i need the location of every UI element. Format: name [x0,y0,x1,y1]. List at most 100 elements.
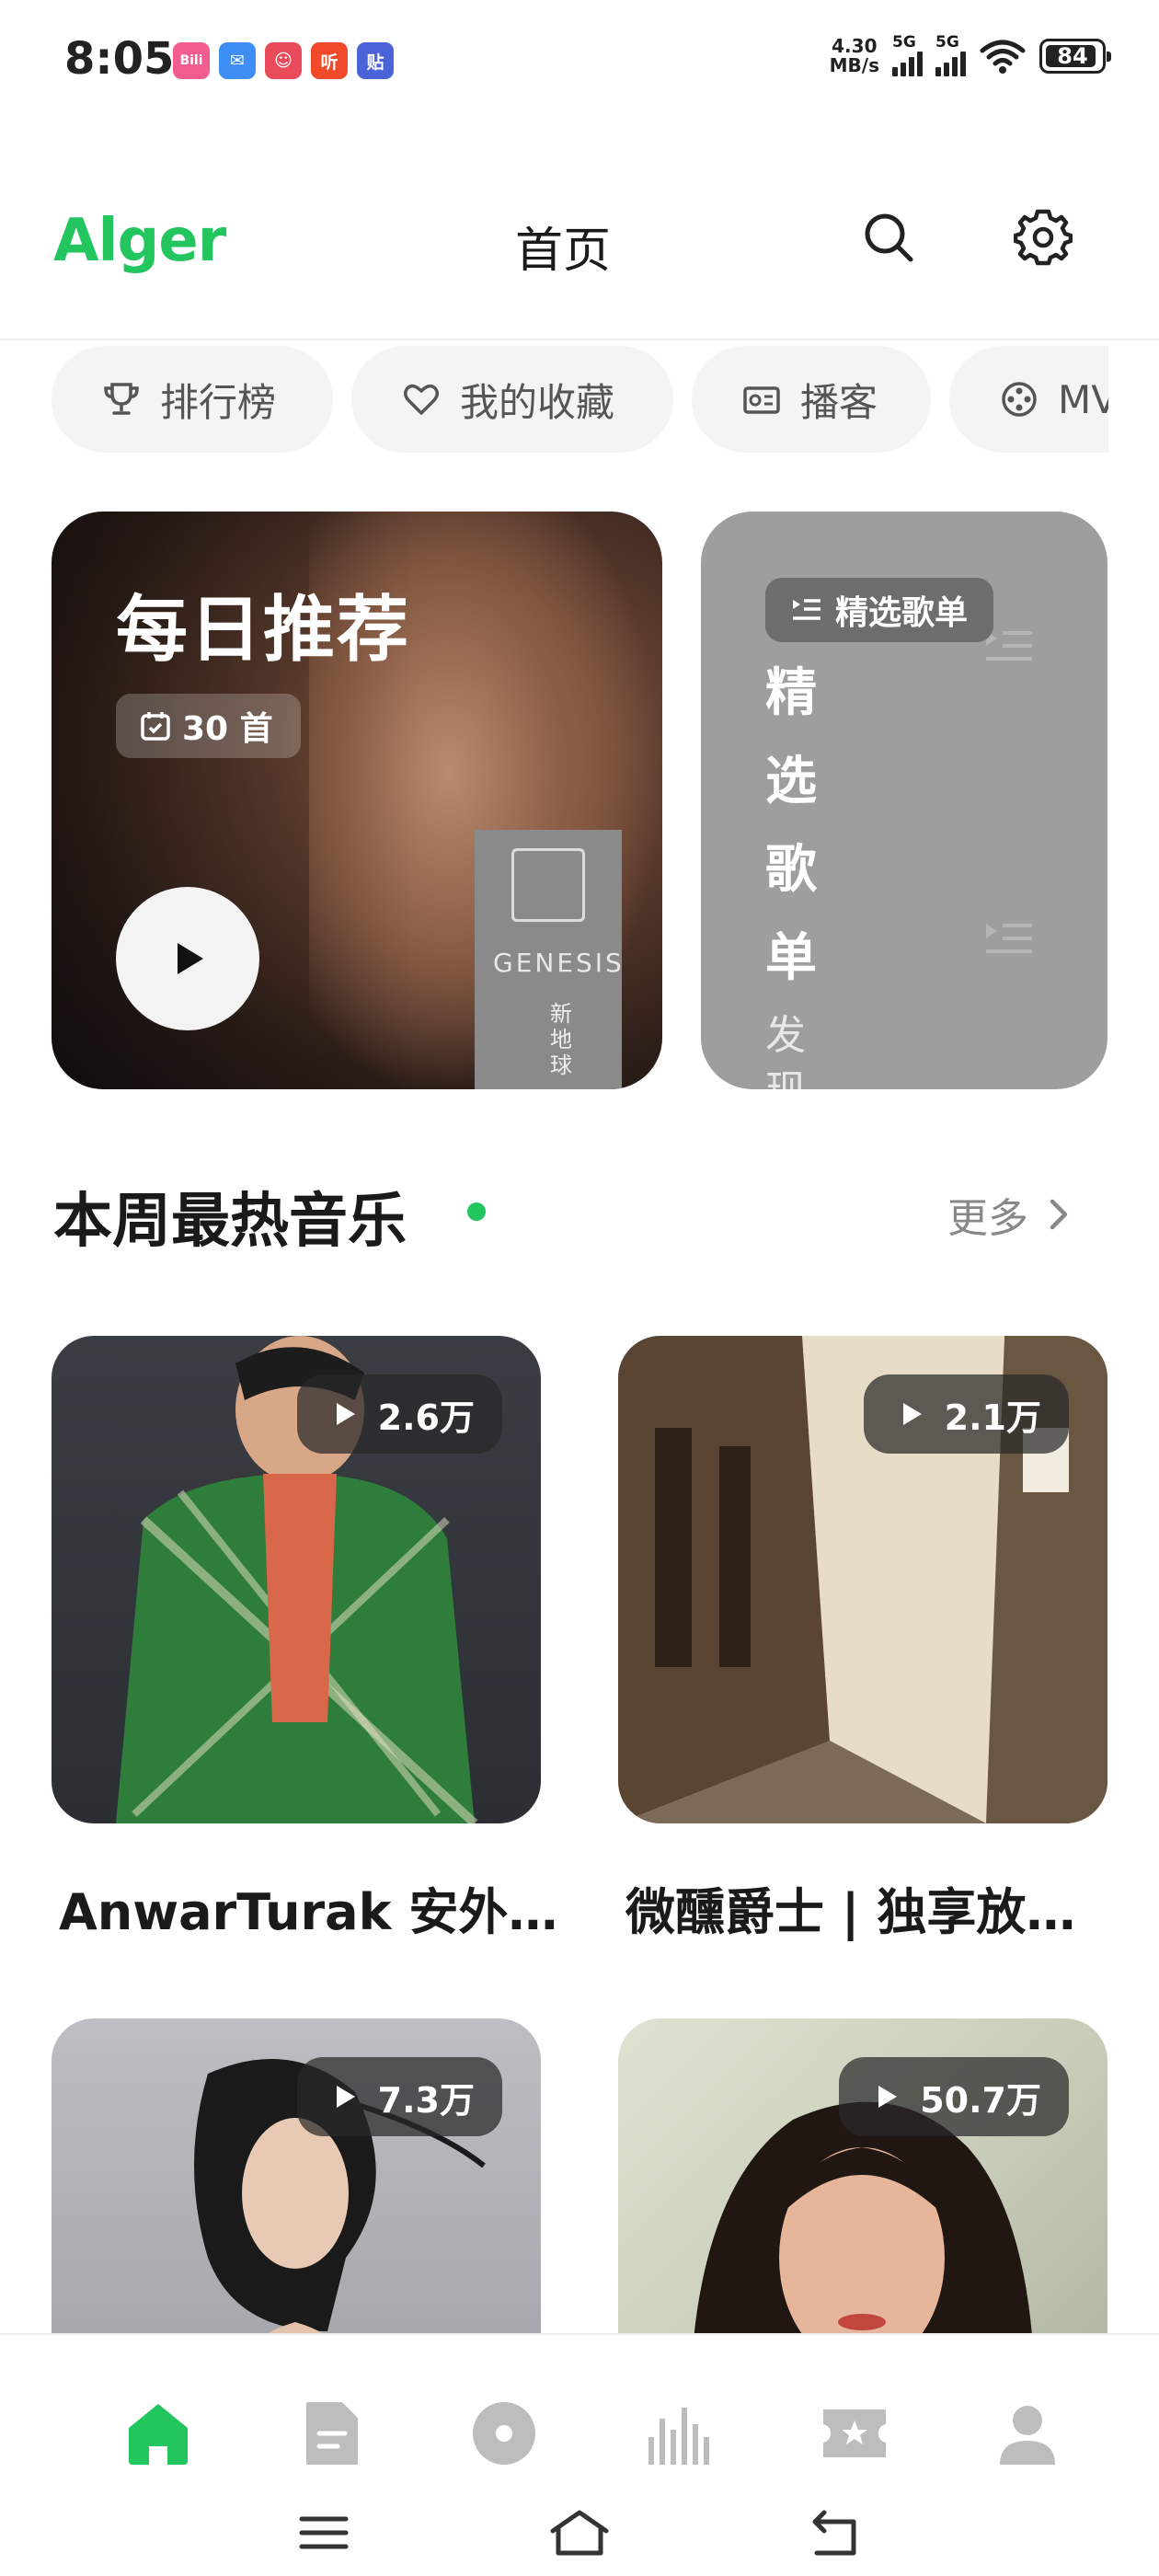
playlist-cover: 2.6万 [52,1336,541,1823]
picked-vertical-title: 精 选 歌 单 [765,650,830,1003]
battery-icon: 84 [1039,38,1111,74]
play-count: 2.6万 [377,1397,475,1438]
chip-label: 排行榜 [160,379,277,425]
search-button[interactable] [852,201,925,274]
album-title: GENESIS [493,948,625,978]
play-count: 50.7万 [920,2079,1041,2121]
network-speed-unit: MB/s [829,53,879,76]
calendar-icon [141,712,170,741]
daily-play-button[interactable] [116,887,259,1030]
bottom-nav [0,2333,1159,2576]
playlist-cover: 2.1万 [618,1336,1107,1823]
chip-label: 播客 [800,379,878,425]
playlist-name: 微醺爵士 | 独享放… [625,1883,1076,1941]
picked-badge-label: 精选歌单 [835,594,969,632]
play-count-badge: 50.7万 [839,2057,1069,2136]
playlist-icon [793,599,820,620]
play-count-badge: 2.6万 [296,1374,502,1454]
daily-title: 每日推荐 [116,589,411,672]
signal-2: 5G [935,35,966,76]
settings-button[interactable] [1006,201,1080,274]
nav-events[interactable] [813,2392,896,2475]
subtitle-char: 发 [765,1012,806,1059]
playlist-name: AnwarTurak 安外… [59,1883,558,1941]
vertical-char: 选 [765,752,817,811]
app-screen: 8:05 Bili ✉ ☺ 听 贴 4.30 MB/s 5G 5G 84 Alg… [0,0,1159,2576]
chip-ranking[interactable]: 排行榜 [52,346,333,453]
wifi-icon [980,40,1026,74]
user-icon [1000,2406,1055,2465]
ting-icon: 听 [311,42,348,79]
play-count-badge: 7.3万 [296,2057,502,2136]
home-outline-icon [550,2510,609,2556]
document-icon [306,2402,358,2465]
menu-icon [299,2516,349,2549]
signal-2-label: 5G [935,33,959,52]
album-cn-title: 新地球 [550,1001,572,1078]
bilibili-icon: Bili [173,42,210,79]
status-indicators: 4.30 MB/s 5G 5G 84 [829,34,1111,76]
film-reel-icon [997,377,1041,421]
status-bar: 8:05 Bili ✉ ☺ 听 贴 4.30 MB/s 5G 5G 84 [0,0,1159,120]
back-icon [812,2510,856,2556]
search-icon [865,213,913,262]
nav-home[interactable] [117,2392,200,2475]
daily-recommend-card[interactable]: 每日推荐 30 首 GENESIS 新地球 [52,512,662,1089]
play-count-badge: 2.1万 [863,1374,1069,1454]
status-time: 8:05 [64,33,175,85]
play-icon [878,2086,898,2108]
gear-icon [1014,209,1073,266]
chip-podcast[interactable]: 播客 [692,346,931,453]
chip-label: 我的收藏 [460,379,615,425]
play-icon [902,1403,922,1425]
signal-1: 5G [892,35,923,76]
chip-mv[interactable]: MV [949,346,1108,453]
playlist-decor-icon [986,924,1032,953]
picked-badge: 精选歌单 [765,578,994,642]
notification-icons: Bili ✉ ☺ 听 贴 [173,42,394,79]
home-icon [129,2404,188,2465]
chip-favorites[interactable]: 我的收藏 [351,346,673,453]
trophy-icon [99,377,143,421]
heart-icon [399,377,443,421]
play-icon [178,943,203,974]
chevron-right-icon [1050,1199,1068,1230]
page-title: 首页 [515,224,612,279]
picked-playlist-card[interactable]: 精选歌单 精 选 歌 单 发 现 [701,512,1107,1089]
vertical-char: 单 [765,928,817,988]
network-speed-value: 4.30 [832,34,878,57]
playlist-card[interactable]: 2.1万 微醺爵士 | 独享放… [618,1336,1107,1944]
play-count: 2.1万 [944,1397,1041,1438]
category-chips: 排行榜 我的收藏 播客 MV [0,346,1108,453]
system-menu-button[interactable] [287,2501,361,2565]
disc-icon [473,2402,535,2465]
hot-section-title: 本周最热音乐 [53,1188,407,1256]
nav-library[interactable] [291,2392,373,2475]
nav-discover[interactable] [463,2392,545,2475]
game-icon: ☺ [265,42,302,79]
nav-charts[interactable] [637,2392,719,2475]
vertical-char: 歌 [765,840,817,900]
system-home-button[interactable] [543,2501,616,2565]
chart-bars-icon [648,2408,709,2465]
system-back-button[interactable] [798,2501,872,2565]
vertical-char: 精 [765,663,817,723]
app-logo: Alger [53,207,226,275]
subtitle-char: 现 [765,1064,830,1089]
app-header: Alger 首页 [0,175,1159,340]
live-dot [467,1202,486,1221]
network-speed: 4.30 MB/s [829,34,879,76]
nav-profile[interactable] [986,2392,1069,2475]
daily-count-badge: 30 首 [116,694,301,758]
radio-icon [740,377,784,421]
mail-icon: ✉ [219,42,256,79]
play-icon [336,2086,355,2108]
playlist-card[interactable]: 2.6万 AnwarTurak 安外… [52,1336,558,1944]
battery-level: 84 [1057,42,1088,69]
more-link[interactable]: 更多 [947,1185,1071,1244]
ticket-star-icon [823,2409,886,2457]
signal-bars-icon [935,51,966,76]
play-count: 7.3万 [377,2079,475,2121]
chip-label: MV [1058,376,1108,422]
play-icon [336,1403,355,1425]
